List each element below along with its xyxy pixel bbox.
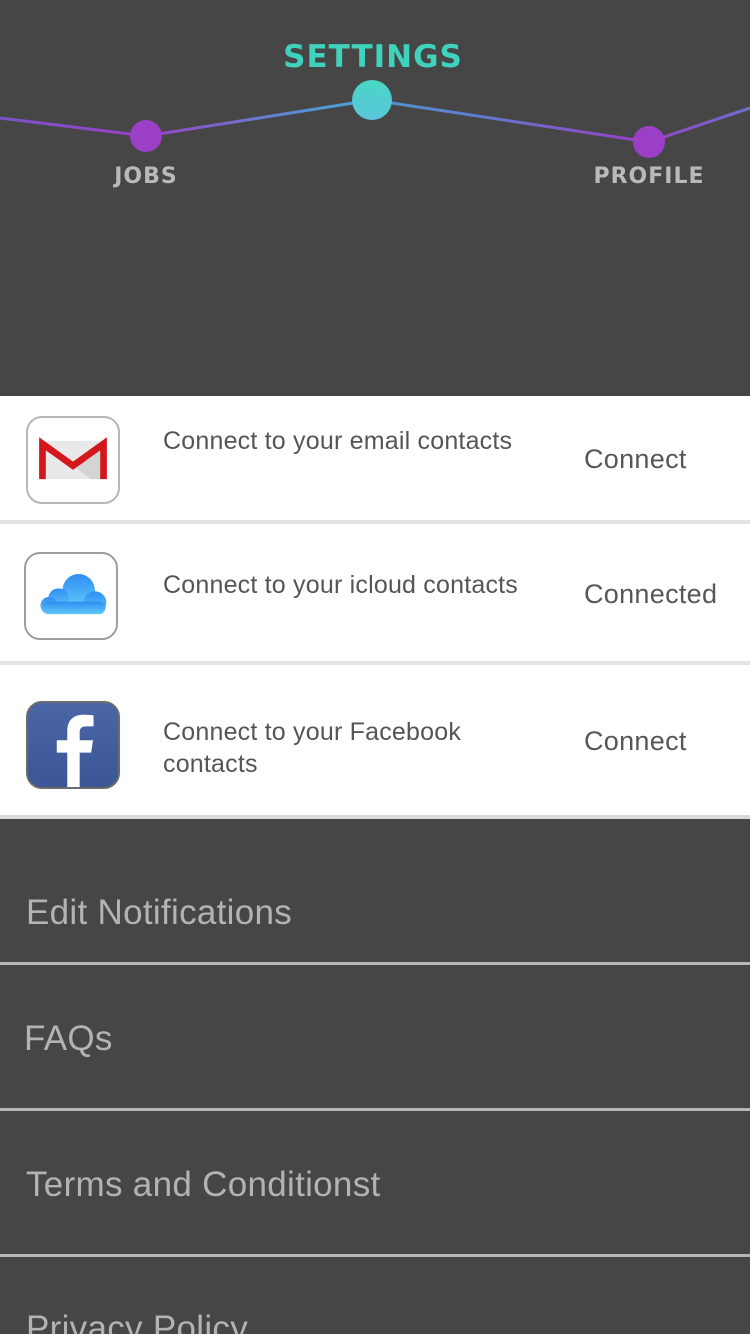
menu-item-label: Edit Notifications bbox=[26, 893, 293, 932]
connection-row-facebook: Connect to your Facebook contacts Connec… bbox=[0, 665, 750, 819]
menu-item-label: Privacy Policy bbox=[26, 1309, 249, 1334]
connect-icloud-status[interactable]: Connected bbox=[584, 579, 717, 610]
nav-dot-settings[interactable] bbox=[352, 80, 392, 120]
menu-item-label: Terms and Conditionst bbox=[26, 1165, 381, 1204]
connection-row-email: Connect to your email contacts Connect bbox=[0, 396, 750, 524]
nav-tab-settings[interactable]: SETTINGS bbox=[283, 39, 463, 75]
menu-item-edit-notifications[interactable]: Edit Notifications bbox=[0, 822, 750, 965]
connection-description: Connect to your email contacts bbox=[163, 427, 513, 455]
nav-dot-jobs[interactable] bbox=[130, 120, 162, 152]
connection-description: Connect to your Facebook contacts bbox=[163, 718, 462, 778]
icloud-icon bbox=[24, 552, 118, 640]
connection-description: Connect to your icloud contacts bbox=[163, 571, 519, 599]
menu-item-privacy-policy[interactable]: Privacy Policy bbox=[0, 1257, 750, 1334]
top-nav: JOBS SETTINGS PROFILE bbox=[0, 0, 750, 396]
nav-dot-profile[interactable] bbox=[633, 126, 665, 158]
menu-item-label: FAQs bbox=[24, 1019, 113, 1058]
gmail-icon bbox=[26, 416, 120, 504]
connection-row-icloud: Connect to your icloud contacts Connecte… bbox=[0, 524, 750, 665]
settings-menu: Edit Notifications FAQs Terms and Condit… bbox=[0, 822, 750, 1334]
menu-item-faqs[interactable]: FAQs bbox=[0, 965, 750, 1111]
nav-tab-jobs[interactable]: JOBS bbox=[114, 164, 178, 189]
connect-facebook-button[interactable]: Connect bbox=[584, 726, 687, 757]
connect-email-button[interactable]: Connect bbox=[584, 444, 687, 475]
facebook-icon bbox=[26, 701, 120, 789]
nav-tab-profile[interactable]: PROFILE bbox=[593, 164, 704, 189]
menu-item-terms[interactable]: Terms and Conditionst bbox=[0, 1111, 750, 1257]
contact-connections: Connect to your email contacts Connect C… bbox=[0, 396, 750, 819]
settings-screen: JOBS SETTINGS PROFILE Connect to your em… bbox=[0, 0, 750, 1334]
